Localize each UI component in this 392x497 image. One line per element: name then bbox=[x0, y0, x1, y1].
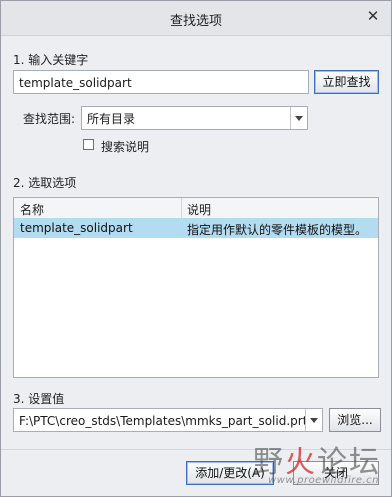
chevron-down-icon[interactable] bbox=[305, 409, 322, 431]
options-table: 名称 说明 template_solidpart 指定用作默认的零件模板的模型。 bbox=[13, 197, 379, 378]
search-now-button[interactable]: 立即查找 bbox=[314, 70, 379, 94]
chevron-down-icon[interactable] bbox=[290, 107, 307, 129]
find-options-dialog: 查找选项 ✕ 1. 输入关键字 template_solidpart 立即查找 … bbox=[0, 0, 392, 497]
close-icon[interactable]: ✕ bbox=[364, 7, 382, 25]
value-combo[interactable]: F:\PTC\creo_stds\Templates\mmks_part_sol… bbox=[13, 408, 323, 432]
column-divider[interactable] bbox=[181, 198, 182, 218]
close-button[interactable]: 关闭 bbox=[293, 461, 379, 485]
column-header-description[interactable]: 说明 bbox=[187, 201, 211, 218]
keyword-input[interactable]: template_solidpart bbox=[13, 70, 309, 94]
row-name-cell: template_solidpart bbox=[20, 221, 133, 235]
scope-select-value: 所有目录 bbox=[87, 112, 136, 126]
table-row[interactable]: template_solidpart 指定用作默认的零件模板的模型。 bbox=[14, 218, 378, 238]
section-set-value-label: 3. 设置值 bbox=[13, 392, 65, 406]
browse-button[interactable]: 浏览... bbox=[329, 408, 381, 432]
scope-label: 查找范围: bbox=[23, 112, 76, 126]
scope-select[interactable]: 所有目录 bbox=[81, 106, 308, 130]
column-header-name[interactable]: 名称 bbox=[20, 201, 44, 218]
value-combo-text: F:\PTC\creo_stds\Templates\mmks_part_sol… bbox=[19, 414, 308, 428]
row-description-cell: 指定用作默认的零件模板的模型。 bbox=[187, 223, 368, 237]
title-bar: 查找选项 ✕ bbox=[1, 1, 391, 36]
dialog-title: 查找选项 bbox=[169, 14, 222, 29]
table-header: 名称 说明 bbox=[14, 198, 378, 219]
section-select-label: 2. 选取选项 bbox=[13, 176, 77, 190]
search-description-label[interactable]: 搜索说明 bbox=[101, 138, 149, 155]
add-change-button[interactable]: 添加/更改(A) bbox=[186, 461, 274, 485]
search-description-checkbox[interactable] bbox=[83, 139, 94, 150]
section-keyword-label: 1. 输入关键字 bbox=[13, 53, 89, 67]
footer-divider bbox=[1, 449, 391, 450]
